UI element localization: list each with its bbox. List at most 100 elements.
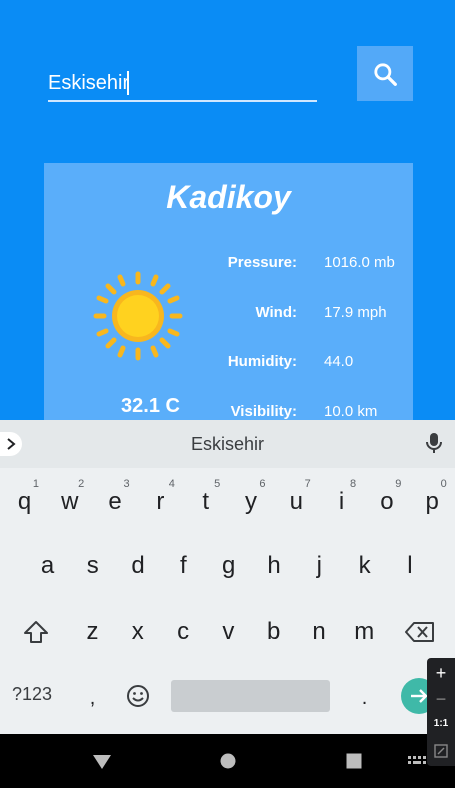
visibility-value: 10.0 km [324,403,378,420]
key-z[interactable]: z [70,602,115,662]
key-o[interactable]: o9 [364,472,409,532]
key-label: n [312,618,326,645]
zoom-reset-button[interactable]: 1:1 [427,718,455,729]
city-name: Kadikoy [166,179,291,215]
zoom-in-button[interactable]: + [427,663,455,684]
key-hint: 8 [349,478,357,490]
wind-label: Wind: [255,304,297,321]
key-m[interactable]: m [342,602,387,662]
key-r[interactable]: r4 [138,472,183,532]
key-hint: 0 [440,478,447,490]
arrow-right-icon [411,689,428,703]
soft-keyboard: Eskisehir ?123 , . q1w2e3r4t5y6u7i8o9p0a… [0,420,455,734]
search-icon [374,62,397,86]
key-c[interactable]: c [161,602,206,662]
zoom-out-button[interactable]: − [427,689,455,710]
backspace-key[interactable] [397,602,442,662]
key-hint: 7 [304,478,311,490]
key-hint: 5 [214,478,221,490]
key-k[interactable]: k [342,536,387,596]
back-icon[interactable] [92,754,112,770]
key-e[interactable]: e3 [93,472,138,532]
wind-value: 17.9 mph [324,304,387,321]
key-hint: 6 [259,478,266,490]
comma-key[interactable]: , [70,668,115,728]
key-t[interactable]: t5 [183,472,228,532]
emulator-zoom-controls: + − 1:1 [427,658,455,766]
system-navigation-bar [0,734,455,788]
key-l[interactable]: l [387,536,432,596]
key-label: u [289,488,303,515]
key-p[interactable]: p0 [410,472,455,532]
key-label: t [202,488,210,515]
key-label: b [267,618,281,645]
key-hint: 1 [32,478,39,490]
city-search-input[interactable] [48,66,317,102]
key-s[interactable]: s [70,536,115,596]
visibility-label: Visibility: [230,403,297,420]
sun-icon [93,271,183,361]
microphone-icon[interactable] [424,432,444,454]
key-w[interactable]: w2 [47,472,92,532]
key-label: l [407,552,413,579]
key-f[interactable]: f [161,536,206,596]
key-label: g [222,552,236,579]
keyboard-switcher-icon[interactable] [408,756,426,766]
key-hint: 3 [123,478,130,490]
key-g[interactable]: g [206,536,251,596]
humidity-value: 44.0 [324,353,354,370]
text-caret [127,71,129,95]
emoji-key[interactable] [115,666,160,726]
key-label: d [131,552,145,579]
key-a[interactable]: a [25,536,70,596]
key-u[interactable]: u7 [274,472,319,532]
key-d[interactable]: d [116,536,161,596]
key-x[interactable]: x [115,602,160,662]
key-label: v [222,618,235,645]
space-key[interactable] [171,680,330,712]
key-label: f [180,552,187,579]
key-label: e [108,488,122,515]
key-q[interactable]: q1 [2,472,47,532]
key-j[interactable]: j [297,536,342,596]
key-label: q [17,488,32,515]
shift-icon [23,621,48,643]
key-n[interactable]: n [297,602,342,662]
pressure-value: 1016.0 mb [324,254,395,271]
home-icon[interactable] [220,753,236,769]
key-y[interactable]: y6 [229,472,274,532]
weather-app: Kadikoy 32.1 C Pressure: 1016.0 mb Wind:… [0,0,455,420]
humidity-label: Humidity: [227,353,297,370]
key-i[interactable]: i8 [319,472,364,532]
period-key[interactable]: . [342,668,387,728]
shift-key[interactable] [13,602,58,662]
key-label: z [86,618,99,645]
key-label: y [245,488,257,515]
emoji-icon [126,685,149,707]
key-label: w [61,488,79,515]
key-label: m [354,618,375,645]
suggestion-strip: Eskisehir [0,420,455,468]
recents-icon[interactable] [346,753,362,769]
key-label: a [40,552,55,579]
weather-card: Kadikoy 32.1 C Pressure: 1016.0 mb Wind:… [44,163,413,420]
search-button[interactable] [357,46,413,101]
key-h[interactable]: h [252,536,297,596]
backspace-icon [404,622,434,642]
key-label: p [425,488,439,515]
key-label: r [156,488,165,515]
key-hint: 9 [395,478,402,490]
key-label: s [86,552,99,579]
key-hint: 4 [168,478,175,490]
fit-screen-icon[interactable] [434,744,448,758]
key-label: k [358,552,371,579]
pressure-label: Pressure: [227,254,297,271]
suggestion-word[interactable]: Eskisehir [0,434,455,455]
key-label: c [177,618,190,645]
key-hint: 2 [78,478,85,490]
key-v[interactable]: v [206,602,251,662]
key-b[interactable]: b [251,602,296,662]
key-label: h [267,552,281,579]
key-label: j [316,552,322,579]
symbols-key[interactable]: ?123 [12,684,52,705]
